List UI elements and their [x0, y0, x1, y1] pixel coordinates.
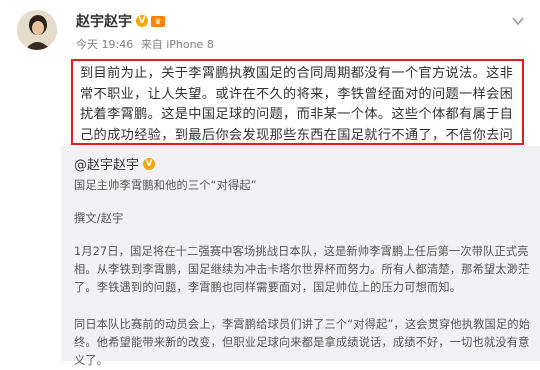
quoted-byline: 撰文/赵宇	[74, 212, 124, 225]
verified-badge-icon: V	[136, 15, 148, 27]
post-header: 赵宇赵宇 V ♛ 今天 19:46 来自 iPhone 8	[0, 0, 540, 60]
verified-badge-icon: V	[143, 157, 156, 170]
post-meta: 今天 19:46 来自 iPhone 8	[76, 36, 214, 52]
post-time[interactable]: 今天 19:46	[76, 38, 133, 51]
quoted-paragraph: 同日本队比赛前的动员会上，李霄鹏给球员们讲了三个“对得起”，这会贯穿他执教国足的…	[74, 318, 531, 367]
avatar[interactable]	[17, 10, 57, 50]
avatar-photo	[17, 10, 57, 50]
member-icon: ♛	[151, 15, 165, 27]
author-name-text[interactable]: 赵宇赵宇	[76, 11, 132, 31]
quoted-author-name[interactable]: @赵宇赵宇	[74, 154, 139, 173]
chevron-down-icon[interactable]	[511, 14, 525, 28]
quoted-paragraph: 1月27日，国足将在十二强赛中客场挑战日本队，这是新帅李霄鹏上任后第一次带队正式…	[74, 245, 530, 294]
quoted-title: 国足主帅李霄鹏和他的三个“对得起”	[74, 179, 257, 192]
quoted-post[interactable]: @赵宇赵宇 V 国足主帅李霄鹏和他的三个“对得起” 撰文/赵宇 1月27日，国足…	[61, 146, 540, 367]
post-text-highlight: 到目前为止，关于李霄鹏执教国足的合同周期都没有一个官方说法。这非常不职业，让人失…	[71, 59, 524, 163]
author-name[interactable]: 赵宇赵宇 V ♛	[76, 11, 165, 31]
quoted-author[interactable]: @赵宇赵宇 V	[74, 154, 156, 173]
post-source: 来自 iPhone 8	[140, 38, 214, 51]
